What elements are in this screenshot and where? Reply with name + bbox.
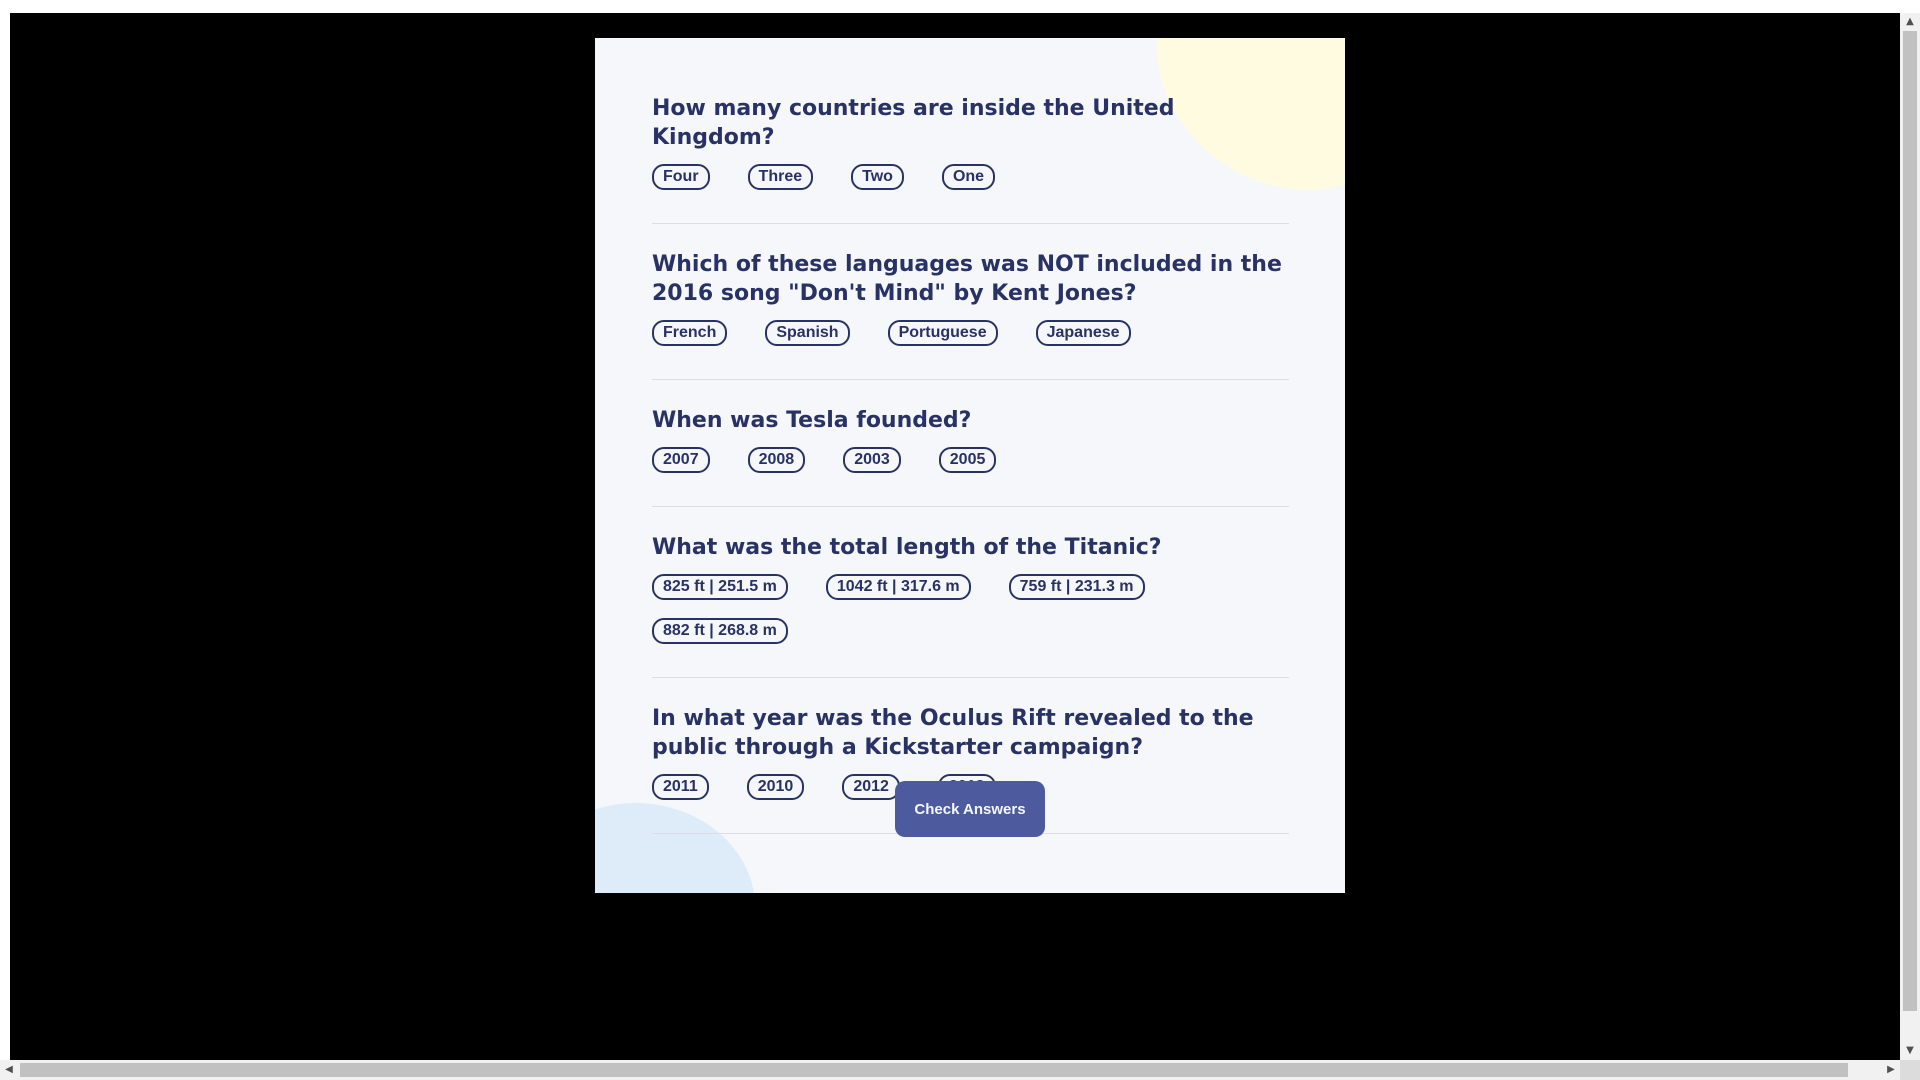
question-block: Which of these languages was NOT include… xyxy=(652,224,1289,380)
answer-options: 825 ft | 251.5 m 1042 ft | 317.6 m 759 f… xyxy=(652,574,1289,662)
quiz-card: How many countries are inside the United… xyxy=(595,38,1345,893)
horizontal-scroll-thumb[interactable] xyxy=(20,1063,1848,1077)
question-block: What was the total length of the Titanic… xyxy=(652,507,1289,678)
horizontal-scrollbar[interactable]: ◀ ▶ xyxy=(0,1060,1900,1080)
question-text: In what year was the Oculus Rift reveale… xyxy=(652,706,1254,760)
vertical-scroll-thumb[interactable] xyxy=(1903,31,1917,1011)
question-block: When was Tesla founded? 2007 2008 2003 2… xyxy=(652,380,1289,507)
answer-option[interactable]: Four xyxy=(652,164,710,190)
answer-option[interactable]: Portuguese xyxy=(887,320,998,346)
scroll-left-arrow-icon[interactable]: ◀ xyxy=(0,1060,18,1080)
check-answers-area: Check Answers xyxy=(595,781,1345,837)
answer-option[interactable]: 2007 xyxy=(652,447,710,473)
scrollbar-corner xyxy=(1900,1060,1920,1080)
question-text: When was Tesla founded? xyxy=(652,408,972,433)
answer-option[interactable]: 1042 ft | 317.6 m xyxy=(825,574,971,600)
answer-option[interactable]: 759 ft | 231.3 m xyxy=(1008,574,1145,600)
answer-option[interactable]: 2008 xyxy=(747,447,806,473)
question-block: How many countries are inside the United… xyxy=(652,68,1289,224)
vertical-scrollbar[interactable]: ▲ ▼ xyxy=(1900,13,1920,1060)
answer-option[interactable]: 882 ft | 268.8 m xyxy=(652,618,788,644)
answer-options: 2007 2008 2003 2005 xyxy=(652,447,1289,491)
quiz-list: How many countries are inside the United… xyxy=(652,68,1289,834)
scroll-up-arrow-icon[interactable]: ▲ xyxy=(1900,13,1920,31)
answer-option[interactable]: 825 ft | 251.5 m xyxy=(652,574,788,600)
question-text: Which of these languages was NOT include… xyxy=(652,252,1282,306)
answer-option[interactable]: One xyxy=(941,164,996,190)
answer-options: French Spanish Portuguese Japanese xyxy=(652,320,1289,364)
answer-option[interactable]: Two xyxy=(851,164,904,190)
scroll-down-arrow-icon[interactable]: ▼ xyxy=(1900,1042,1920,1060)
answer-option[interactable]: 2005 xyxy=(938,447,997,473)
answer-options: Four Three Two One xyxy=(652,164,1289,208)
answer-option[interactable]: Three xyxy=(747,164,814,190)
page-viewport: How many countries are inside the United… xyxy=(10,13,1900,1060)
answer-option[interactable]: French xyxy=(652,320,728,346)
check-answers-button[interactable]: Check Answers xyxy=(895,781,1045,837)
answer-option[interactable]: Japanese xyxy=(1035,320,1131,346)
question-text: What was the total length of the Titanic… xyxy=(652,535,1162,560)
scroll-right-arrow-icon[interactable]: ▶ xyxy=(1882,1060,1900,1080)
question-text: How many countries are inside the United… xyxy=(652,96,1175,150)
answer-option[interactable]: 2003 xyxy=(843,447,901,473)
answer-option[interactable]: Spanish xyxy=(765,320,850,346)
